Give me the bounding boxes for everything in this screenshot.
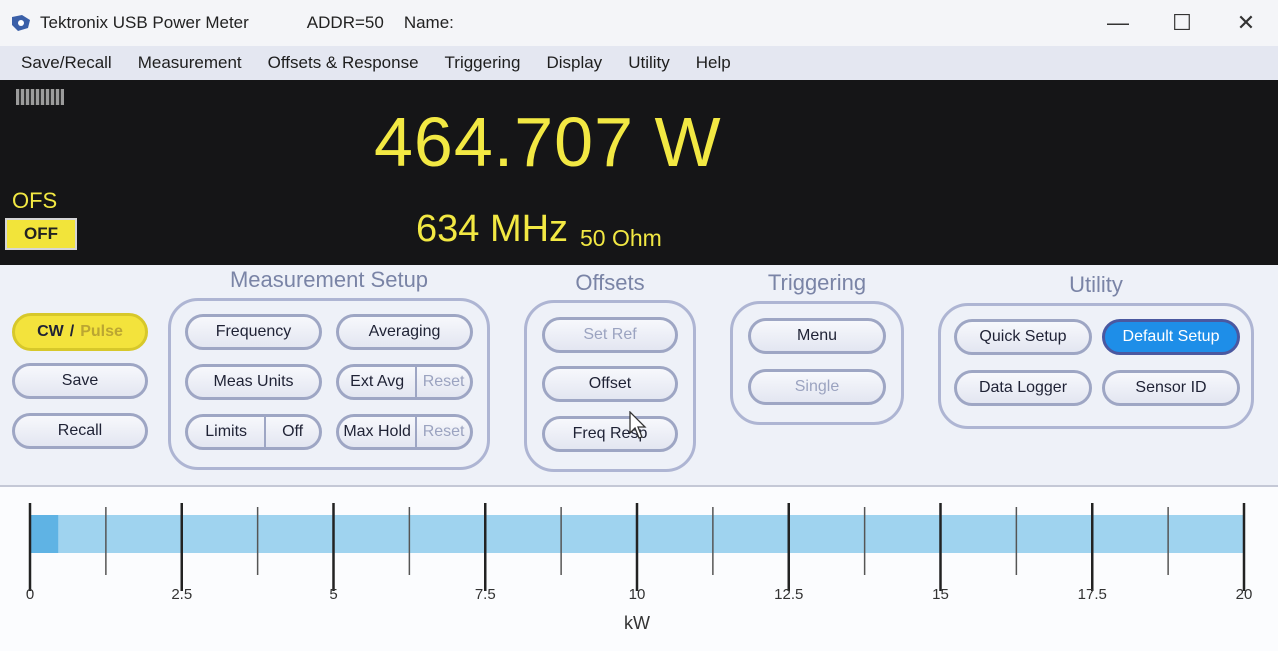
default-setup-button[interactable]: Default Setup	[1102, 319, 1240, 355]
trigger-menu-button[interactable]: Menu	[748, 318, 886, 354]
scale-tick-label: 20	[1236, 586, 1253, 603]
save-button[interactable]: Save	[12, 363, 148, 399]
ext-avg-reset-button[interactable]: Reset	[417, 367, 470, 397]
frequency-readout: 634 MHz	[416, 208, 569, 250]
ofs-label: OFS	[12, 188, 58, 213]
name-label: Name:	[403, 13, 454, 32]
activity-indicator-icon	[16, 89, 64, 105]
menu-offsets-response[interactable]: Offsets & Response	[255, 53, 432, 73]
menu-utility[interactable]: Utility	[615, 53, 683, 73]
scale-tick-label: 2.5	[171, 586, 192, 603]
scale-level-fill	[30, 515, 59, 553]
scale-tick-label: 0	[26, 586, 34, 603]
scale-tick-label: 12.5	[774, 586, 803, 603]
menu-triggering[interactable]: Triggering	[432, 53, 534, 73]
single-trigger-button[interactable]: Single	[748, 369, 886, 405]
pulse-label: Pulse	[80, 323, 123, 340]
offset-button[interactable]: Offset	[542, 366, 678, 402]
max-hold-control: Max Hold Reset	[336, 414, 473, 450]
mouse-pointer-icon	[629, 411, 647, 439]
address-label: ADDR=50	[306, 13, 384, 32]
recall-button[interactable]: Recall	[12, 413, 148, 449]
scale-tick-label: 5	[329, 586, 337, 603]
quick-setup-button[interactable]: Quick Setup	[954, 319, 1092, 355]
impedance-readout: 50 Ohm	[580, 225, 662, 251]
limits-control: Limits Off	[185, 414, 322, 450]
max-hold-button[interactable]: Max Hold	[339, 417, 415, 447]
meas-units-button[interactable]: Meas Units	[185, 364, 322, 400]
data-logger-button[interactable]: Data Logger	[954, 370, 1092, 406]
sensor-id-button[interactable]: Sensor ID	[1102, 370, 1240, 406]
scale-tick-label: 17.5	[1078, 586, 1107, 603]
maximize-button[interactable]: ☐	[1150, 0, 1214, 46]
power-reading: 464.707 W	[374, 103, 722, 181]
power-meter-window: Tektronix USB Power Meter ADDR=50 Name: …	[0, 0, 1278, 651]
triggering-title: Triggering	[767, 270, 867, 295]
menu-measurement[interactable]: Measurement	[125, 53, 255, 73]
window-title: Tektronix USB Power Meter	[40, 13, 249, 32]
window-controls: — ☐ ✕	[1086, 0, 1278, 46]
menu-display[interactable]: Display	[533, 53, 615, 73]
close-button[interactable]: ✕	[1214, 0, 1278, 46]
cw-label: CW	[37, 323, 64, 340]
cw-pulse-separator: /	[69, 323, 75, 340]
scale-unit-label: kW	[624, 613, 650, 633]
max-hold-reset-button[interactable]: Reset	[417, 417, 470, 447]
power-bar-graph: 0 2.5 5 7.5 10 12.5 15 17.5 20 kW	[26, 503, 1253, 633]
menu-save-recall[interactable]: Save/Recall	[0, 53, 125, 73]
ofs-toggle-button[interactable]: OFF	[5, 218, 77, 250]
title-bar: Tektronix USB Power Meter ADDR=50 Name: …	[0, 0, 1278, 46]
cw-pulse-toggle[interactable]: CW / Pulse	[12, 313, 148, 351]
limits-value[interactable]: Off	[266, 417, 319, 447]
freq-resp-button[interactable]: Freq Resp	[542, 416, 678, 452]
ext-avg-button[interactable]: Ext Avg	[339, 367, 415, 397]
measurement-display: 464.707 W 634 MHz 50 Ohm OFS OFF	[0, 80, 1278, 265]
measurement-setup-title: Measurement Setup	[229, 267, 429, 292]
control-panel: CW / Pulse Save Recall Measurement Setup…	[0, 265, 1278, 485]
frequency-button[interactable]: Frequency	[185, 314, 322, 350]
offsets-title: Offsets	[575, 270, 645, 295]
menu-bar: Save/Recall Measurement Offsets & Respon…	[0, 46, 1278, 80]
minimize-button[interactable]: —	[1086, 0, 1150, 46]
utility-title: Utility	[1069, 272, 1123, 297]
power-scale: 0 2.5 5 7.5 10 12.5 15 17.5 20 kW	[0, 485, 1278, 651]
ext-avg-control: Ext Avg Reset	[336, 364, 473, 400]
set-ref-button[interactable]: Set Ref	[542, 317, 678, 353]
menu-help[interactable]: Help	[683, 53, 744, 73]
scale-tick-label: 7.5	[475, 586, 496, 603]
averaging-button[interactable]: Averaging	[336, 314, 473, 350]
tektronix-app-icon	[12, 15, 30, 31]
limits-button[interactable]: Limits	[188, 417, 264, 447]
scale-tick-label: 15	[932, 586, 949, 603]
scale-tick-label: 10	[629, 586, 646, 603]
